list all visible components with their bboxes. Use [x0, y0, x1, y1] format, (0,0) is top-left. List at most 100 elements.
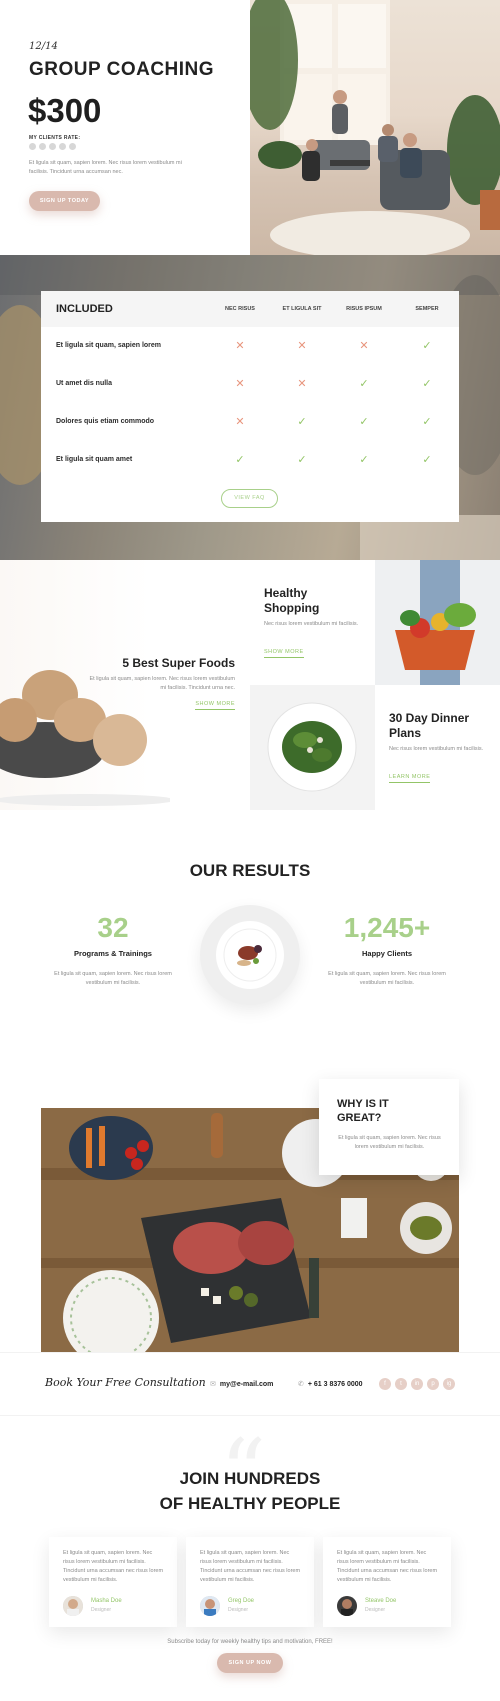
- phone-icon: ✆: [298, 1381, 304, 1388]
- cross-icon: ✕: [297, 340, 307, 352]
- testimonial-name: Steave Doe: [365, 1598, 397, 1604]
- testimonial-card: Et ligula sit quam, sapien lorem. Nec ri…: [323, 1537, 451, 1627]
- email-address: my@e-mail.com: [219, 1381, 274, 1388]
- sign-up-now-button[interactable]: SIGN UP NOW: [217, 1653, 283, 1673]
- star-icon: [69, 143, 76, 150]
- column-header: RISUS IPSUM: [346, 306, 382, 312]
- why-text: Et ligula sit quam, sapien lorem. Nec ri…: [338, 1135, 441, 1150]
- cross-icon: ✕: [359, 340, 369, 352]
- column-header: NEC RISUS: [225, 306, 255, 312]
- row-label: Dolores quis etiam commodo: [56, 418, 155, 425]
- testimonial-text: Et ligula sit quam, sapien lorem. Nec ri…: [200, 1550, 301, 1583]
- envelope-icon: ✉: [210, 1381, 216, 1388]
- cross-icon: ✕: [235, 340, 245, 352]
- check-icon: ✓: [359, 454, 369, 466]
- included-table: INCLUDED NEC RISUS ET LIGULA SIT RISUS I…: [41, 291, 459, 522]
- twitter-icon[interactable]: t: [395, 1378, 407, 1390]
- testimonial-text: Et ligula sit quam, sapien lorem. Nec ri…: [63, 1550, 164, 1583]
- shopping-basket-image: [375, 560, 500, 685]
- article-excerpt: Et ligula sit quam, sapien lorem. Nec ri…: [89, 676, 235, 691]
- phone-contact[interactable]: ✆ + 61 3 8376 0000: [298, 1380, 363, 1388]
- testimonial-role: Designer: [91, 1607, 112, 1613]
- testimonial-role: Designer: [228, 1607, 249, 1613]
- book-consultation-link[interactable]: Book Your Free Consultation: [45, 1376, 206, 1389]
- hero-description: Et ligula sit quam, sapien lorem. Nec ri…: [29, 160, 182, 175]
- check-icon: ✓: [422, 378, 432, 390]
- hero-section: 12/14 GROUP COACHING $300 MY CLIENTS RAT…: [0, 0, 500, 255]
- testimonial-card: Et ligula sit quam, sapien lorem. Nec ri…: [186, 1537, 314, 1627]
- article-super-foods[interactable]: 5 Best Super Foods Et ligula sit quam, s…: [0, 560, 250, 810]
- results-title: OUR RESULTS: [189, 861, 311, 880]
- hero-date: 12/14: [29, 41, 58, 52]
- table-row: Ut amet dis nulla ✕ ✕ ✓ ✓: [41, 365, 459, 403]
- hero-text-panel: 12/14 GROUP COACHING $300 MY CLIENTS RAT…: [0, 0, 250, 255]
- learn-more-link[interactable]: LEARN MORE: [389, 774, 431, 783]
- avatar: [337, 1596, 357, 1616]
- clients-rate-label: MY CLIENTS RATE:: [29, 135, 81, 141]
- check-icon: ✓: [235, 454, 245, 466]
- article-title: 5 Best Super Foods: [122, 656, 235, 670]
- row-label: Ut amet dis nulla: [56, 380, 113, 387]
- column-header: ET LIGULA SIT: [282, 306, 322, 312]
- table-row: Et ligula sit quam amet ✓ ✓ ✓ ✓: [41, 441, 459, 479]
- phone-number: + 61 3 8376 0000: [307, 1381, 363, 1388]
- star-icon: [59, 143, 66, 150]
- join-title-line2: OF HEALTHY PEOPLE: [159, 1494, 341, 1513]
- sign-up-today-button[interactable]: SIGN UP TODAY: [29, 191, 100, 211]
- pinterest-icon[interactable]: p: [427, 1378, 439, 1390]
- hero-title: GROUP COACHING: [29, 59, 215, 80]
- salad-image: [250, 685, 375, 810]
- article-healthy-shopping[interactable]: Healthy Shopping Nec risus lorem vestibu…: [250, 560, 500, 685]
- rating-stars: [29, 143, 76, 150]
- show-more-link[interactable]: SHOW MORE: [264, 649, 304, 658]
- check-icon: ✓: [422, 416, 432, 428]
- testimonial-role: Designer: [365, 1607, 386, 1613]
- stat-programs: 32 Programs & Trainings Et ligula sit qu…: [38, 912, 188, 988]
- hero-price: $300: [28, 92, 102, 129]
- testimonial-name: Greg Doe: [228, 1598, 255, 1604]
- table-header: INCLUDED NEC RISUS ET LIGULA SIT RISUS I…: [41, 291, 459, 327]
- check-icon: ✓: [422, 340, 432, 352]
- join-title-line1: JOIN HUNDREDS: [179, 1469, 321, 1488]
- check-icon: ✓: [422, 454, 432, 466]
- stat-number: 32: [97, 912, 129, 943]
- join-title: JOIN HUNDREDS OF HEALTHY PEOPLE: [0, 1466, 500, 1516]
- testimonial-card: Et ligula sit quam, sapien lorem. Nec ri…: [49, 1537, 177, 1627]
- show-more-link[interactable]: SHOW MORE: [195, 701, 235, 710]
- row-label: Et ligula sit quam amet: [56, 456, 133, 463]
- table-row: Et ligula sit quam, sapien lorem ✕ ✕ ✕ ✓: [41, 327, 459, 365]
- why-title: WHY IS IT GREAT?: [337, 1098, 389, 1124]
- social-links: f t in p ig: [379, 1378, 455, 1390]
- star-icon: [39, 143, 46, 150]
- view-faq-button[interactable]: VIEW FAQ: [221, 489, 278, 508]
- article-dinner-plans[interactable]: 30 Day Dinner Plans Nec risus lorem vest…: [250, 685, 500, 810]
- linkedin-icon[interactable]: in: [411, 1378, 423, 1390]
- star-icon: [49, 143, 56, 150]
- articles-section: 5 Best Super Foods Et ligula sit quam, s…: [0, 560, 500, 810]
- check-icon: ✓: [359, 378, 369, 390]
- cross-icon: ✕: [235, 416, 245, 428]
- avatar: [200, 1596, 220, 1616]
- testimonial-text: Et ligula sit quam, sapien lorem. Nec ri…: [337, 1550, 438, 1583]
- testimonial-name: Masha Doe: [91, 1598, 122, 1604]
- check-icon: ✓: [297, 454, 307, 466]
- article-title: 30 Day Dinner Plans: [389, 711, 470, 740]
- article-title: Healthy Shopping: [264, 586, 320, 615]
- table-title: INCLUDED: [56, 303, 113, 315]
- included-section: INCLUDED NEC RISUS ET LIGULA SIT RISUS I…: [0, 255, 500, 560]
- row-label: Et ligula sit quam, sapien lorem: [56, 342, 162, 349]
- cross-icon: ✕: [297, 378, 307, 390]
- why-card: WHY IS IT GREAT? Et ligula sit quam, sap…: [319, 1079, 459, 1175]
- stat-description: Et ligula sit quam, sapien lorem. Nec ri…: [328, 971, 446, 986]
- avatar: [63, 1596, 83, 1616]
- star-icon: [29, 143, 36, 150]
- table-row: Dolores quis etiam commodo ✕ ✓ ✓ ✓: [41, 403, 459, 441]
- stat-clients: 1,245+ Happy Clients Et ligula sit quam,…: [312, 912, 462, 988]
- facebook-icon[interactable]: f: [379, 1378, 391, 1390]
- plate-image: [200, 905, 300, 1005]
- instagram-icon[interactable]: ig: [443, 1378, 455, 1390]
- check-icon: ✓: [359, 416, 369, 428]
- check-icon: ✓: [297, 416, 307, 428]
- stat-description: Et ligula sit quam, sapien lorem. Nec ri…: [54, 971, 172, 986]
- email-contact[interactable]: ✉ my@e-mail.com: [210, 1380, 273, 1388]
